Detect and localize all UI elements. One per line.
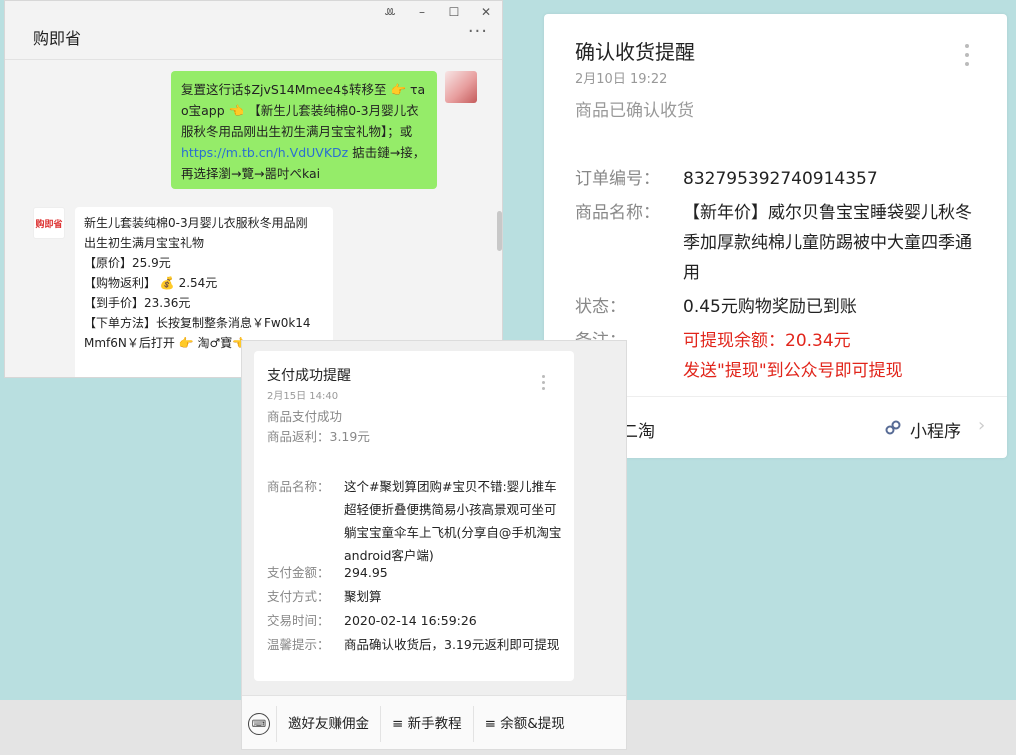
minimize-icon[interactable]: –: [414, 5, 430, 20]
payment-window: 支付成功提醒 2月15日 14:40 商品支付成功 商品返利：3.19元 商品名…: [241, 340, 627, 750]
payment-success-card[interactable]: 支付成功提醒 2月15日 14:40 商品支付成功 商品返利：3.19元 商品名…: [254, 351, 574, 681]
message-line: 服秋冬用品刚出生初生满月宝宝礼物】；或: [181, 124, 413, 139]
close-icon[interactable]: ✕: [478, 5, 494, 20]
chat-scrollbar[interactable]: [497, 211, 502, 251]
product-name-row: 商品名称： 这个#聚划算团购#宝贝不错:婴儿推车超轻便折叠便携简易小孩高景观可坐…: [267, 475, 566, 567]
maximize-icon[interactable]: ☐: [446, 5, 462, 20]
pin-icon[interactable]: ꔛ: [382, 5, 398, 20]
row-value: 这个#聚划算团购#宝贝不错:婴儿推车超轻便折叠便携简易小孩高景观可坐可躺宝宝童伞…: [344, 479, 562, 563]
amount-row: 支付金额： 294.95: [267, 561, 566, 584]
row-label: 交易时间：: [267, 613, 330, 628]
card-date: 2月15日 14:40: [267, 391, 339, 402]
withdraw-instruction: 发送"提现"到公众号即可提现: [683, 361, 903, 381]
menu-tutorial[interactable]: ≡ 新手教程: [380, 706, 473, 742]
row-label: 商品名称：: [267, 479, 330, 494]
menu-balance-withdraw[interactable]: ≡ 余额&提现: [472, 706, 576, 742]
row-value: 【新年价】威尔贝鲁宝宝睡袋婴儿秋冬季加厚款纯棉儿童防踢被中大童四季通用: [683, 203, 972, 283]
row-label: 温馨提示：: [267, 637, 330, 652]
divider: [5, 59, 502, 60]
keyboard-icon[interactable]: ⌨: [248, 713, 270, 735]
row-value: 聚划算: [344, 589, 382, 604]
more-options-icon[interactable]: [542, 375, 545, 393]
message-line: 再选择瀏→覽→噐吋ぺkai: [181, 166, 321, 181]
row-value: 0.45元购物奖励已到账: [683, 297, 857, 317]
message-line: o宝app 👈 【新生儿套装纯棉0-3月婴儿衣: [181, 103, 419, 118]
message-line: 复置这行话$ZjvS14Mmee4$转移至 👉 τa: [181, 82, 426, 97]
chat-title: 购即省: [33, 29, 82, 48]
rebate-amount: 商品返利：3.19元: [267, 429, 370, 444]
sent-message-bubble[interactable]: 复置这行话$ZjvS14Mmee4$转移至 👉 τa o宝app 👈 【新生儿套…: [171, 71, 437, 189]
payment-status: 商品支付成功: [267, 409, 343, 424]
row-value: 832795392740914357: [683, 169, 878, 189]
bot-avatar[interactable]: 购即省: [33, 207, 65, 239]
message-line: 【原价】25.9元: [84, 256, 171, 270]
chat-window: ꔛ – ☐ ✕ 购即省 ··· 复置这行话$ZjvS14Mmee4$转移至 👉 …: [4, 0, 503, 378]
message-line: https://m.tb.cn/h.VdUVKDz 掂击鏈→接，: [181, 142, 427, 163]
mini-program-label[interactable]: 小程序: [910, 417, 961, 442]
card-date: 2月10日 19:22: [575, 72, 668, 87]
tip-row: 温馨提示： 商品确认收货后，3.19元返利即可提现: [267, 633, 566, 656]
message-text: 掂击鏈→接，: [348, 145, 426, 160]
menu-invite-friends[interactable]: 邀好友赚佣金: [276, 706, 380, 742]
window-controls: ꔛ – ☐ ✕: [382, 5, 494, 20]
row-label: 状态：: [575, 297, 626, 317]
row-value: 2020-02-14 16:59:26: [344, 613, 477, 628]
row-label: 商品名称：: [575, 203, 660, 223]
bottom-menu: ⌨ 邀好友赚佣金 ≡ 新手教程 ≡ 余额&提现: [242, 695, 626, 749]
product-name-row: 商品名称： 【新年价】威尔贝鲁宝宝睡袋婴儿秋冬季加厚款纯棉儿童防踢被中大童四季通…: [575, 198, 988, 288]
mini-program-icon: [885, 420, 901, 435]
more-options-icon[interactable]: ···: [468, 21, 488, 42]
more-options-icon[interactable]: [965, 44, 969, 71]
row-label: 支付金额：: [267, 565, 330, 580]
payment-method-row: 支付方式： 聚划算: [267, 585, 566, 608]
card-title: 支付成功提醒: [267, 368, 351, 384]
transaction-time-row: 交易时间： 2020-02-14 16:59:26: [267, 609, 566, 632]
card-subtitle: 商品已确认收货: [575, 101, 694, 121]
user-avatar[interactable]: [445, 71, 477, 103]
note-row: 备注： 可提现余额：20.34元 发送"提现"到公众号即可提现: [575, 326, 988, 386]
chevron-right-icon[interactable]: ›: [978, 415, 985, 436]
message-link[interactable]: https://m.tb.cn/h.VdUVKDz: [181, 145, 348, 160]
message-line: 出生初生满月宝宝礼物: [84, 236, 205, 250]
row-value: 294.95: [344, 565, 388, 580]
status-row: 状态： 0.45元购物奖励已到账: [575, 292, 988, 322]
message-line: 【到手价】23.36元: [84, 296, 191, 310]
message-line: 【购物返利】 💰 2.54元: [84, 276, 218, 290]
message-line: 新生儿套装纯棉0-3月婴儿衣服秋冬用品刚: [84, 216, 308, 230]
card-title: 确认收货提醒: [575, 40, 695, 64]
row-value: 商品确认收货后，3.19元返利即可提现: [344, 637, 560, 652]
withdraw-balance: 可提现余额：20.34元: [683, 331, 851, 351]
row-label: 支付方式：: [267, 589, 330, 604]
message-line: 【下单方法】长按复制整条消息￥Fw0k14: [84, 316, 311, 330]
row-label: 订单编号：: [575, 169, 660, 189]
order-number-row: 订单编号： 832795392740914357: [575, 164, 988, 194]
